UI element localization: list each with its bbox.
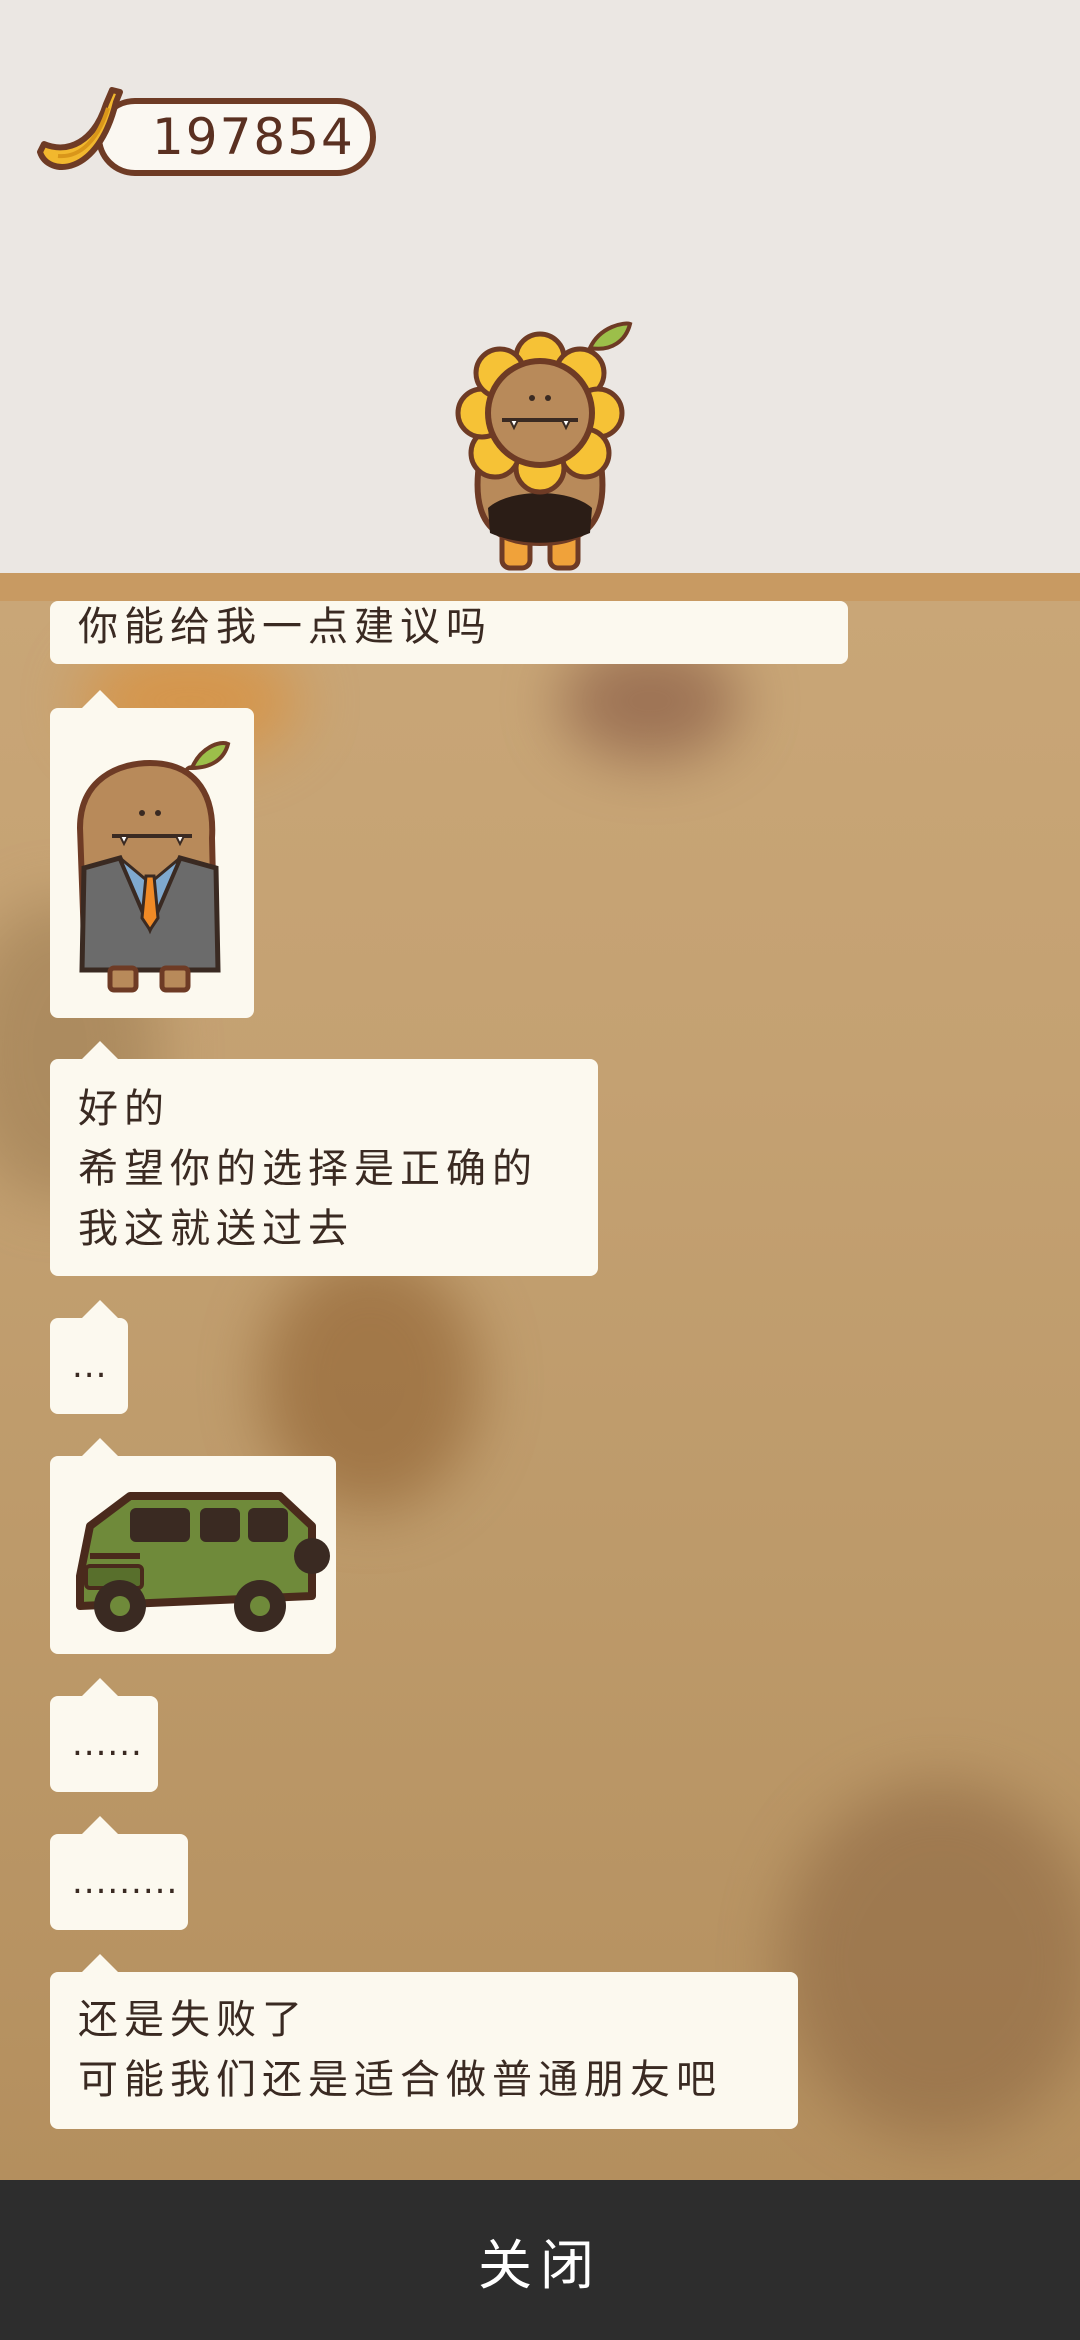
banana-icon	[37, 87, 123, 170]
message-bubble: .........	[50, 1816, 188, 1930]
message-text: 还是失败了	[78, 1997, 308, 2043]
message-text: .........	[72, 1862, 179, 1902]
suited-potato-character-sticker	[76, 741, 231, 993]
bubble-tail	[82, 1300, 118, 1318]
currency-counter: 197854	[96, 98, 376, 176]
bottom-bar: 关闭	[0, 2180, 1080, 2340]
bubble-tail	[82, 690, 118, 708]
message-text: 可能我们还是适合做普通朋友吧	[78, 2057, 722, 2103]
stage-strip	[0, 573, 1080, 601]
bubble-tail	[82, 1816, 118, 1834]
bubble-tail	[82, 1954, 118, 1972]
game-screen: 197854 你能给我一点建议吗 好的 希望你的选择是正确的 我这就送过去 ..…	[0, 0, 1080, 2340]
top-area: 197854	[0, 0, 1080, 575]
message-text: ...	[72, 1346, 108, 1386]
message-text: ......	[72, 1724, 143, 1764]
message-text: 希望你的选择是正确的	[78, 1146, 538, 1192]
sunflower-character-icon	[455, 321, 633, 571]
background-blur	[780, 1781, 1080, 2141]
message-bubble: 还是失败了 可能我们还是适合做普通朋友吧	[50, 1954, 798, 2129]
green-jeep-sticker	[76, 1492, 330, 1632]
message-bubble: ...	[50, 1300, 128, 1414]
message-text: 好的	[78, 1086, 170, 1132]
bubble-tail	[82, 1438, 118, 1456]
message-bubble: 好的 希望你的选择是正确的 我这就送过去	[50, 1041, 598, 1276]
sticker-bubble	[50, 690, 254, 1018]
sticker-bubble	[50, 1438, 336, 1654]
close-button[interactable]: 关闭	[478, 2221, 602, 2300]
currency-value: 197854	[152, 108, 355, 166]
message-bubble: 你能给我一点建议吗	[50, 601, 848, 664]
bubble-tail	[82, 1678, 118, 1696]
chat-area[interactable]: 你能给我一点建议吗 好的 希望你的选择是正确的 我这就送过去 ... .....…	[0, 601, 1080, 2180]
message-text: 你能给我一点建议吗	[78, 604, 492, 650]
message-text: 我这就送过去	[78, 1206, 354, 1252]
message-bubble: ......	[50, 1678, 158, 1792]
bubble-tail	[82, 1041, 118, 1059]
